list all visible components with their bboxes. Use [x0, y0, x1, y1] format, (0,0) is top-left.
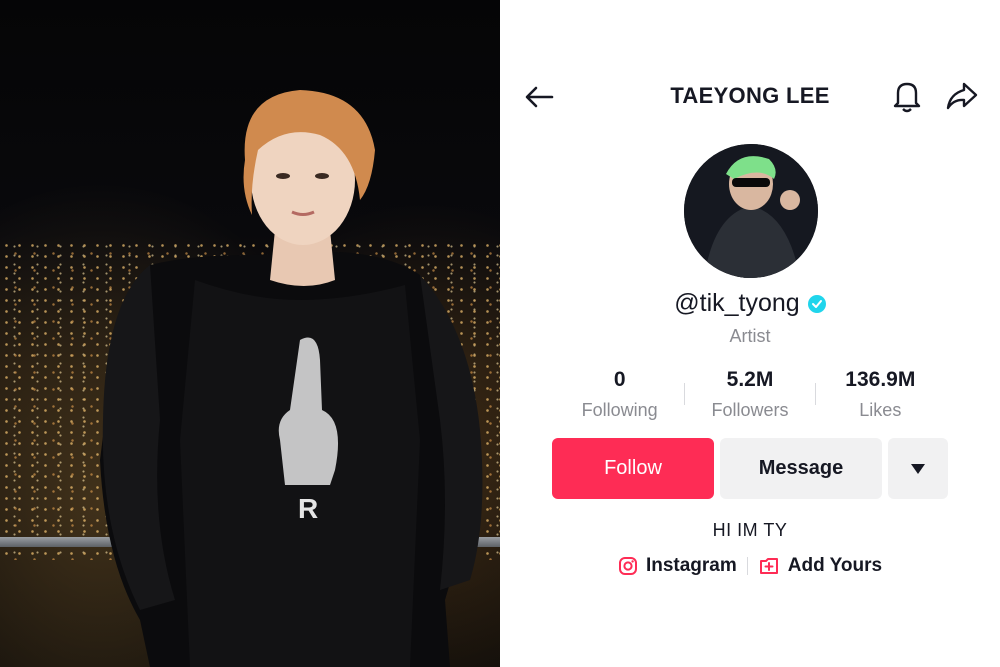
- add-yours-icon: [759, 558, 778, 574]
- instagram-label: Instagram: [645, 555, 737, 576]
- username: @tik_tyong: [674, 289, 800, 317]
- page-title: TAEYONG LEE: [670, 83, 830, 108]
- more-options-button[interactable]: [888, 438, 948, 499]
- profile-links: Instagram Add Yours: [500, 555, 1000, 577]
- instagram-link[interactable]: Instagram: [618, 555, 737, 577]
- stat-followers[interactable]: 5.2M Followers: [685, 365, 814, 425]
- verified-badge-icon: [807, 294, 826, 313]
- stat-value: 136.9M: [845, 368, 916, 391]
- stat-value: 0: [613, 368, 626, 391]
- stat-likes[interactable]: 136.9M Likes: [816, 365, 945, 425]
- stat-label: Followers: [711, 400, 789, 420]
- stat-label: Following: [581, 400, 658, 420]
- person-illustration: R: [100, 90, 483, 667]
- caret-down-icon: [911, 463, 925, 474]
- profile-photo: R: [0, 0, 500, 667]
- profile-panel: TAEYONG LEE @tik_tyong Artist 0 Followin…: [500, 0, 1000, 667]
- stat-following[interactable]: 0 Following: [555, 365, 684, 425]
- follow-button[interactable]: Follow: [552, 438, 714, 499]
- share-icon[interactable]: [944, 80, 980, 112]
- svg-text:R: R: [298, 493, 318, 524]
- stat-value: 5.2M: [726, 368, 774, 391]
- handle-row: @tik_tyong: [500, 289, 1000, 318]
- stats-row: 0 Following 5.2M Followers 136.9M Likes: [555, 365, 945, 425]
- bell-icon[interactable]: [890, 78, 924, 114]
- bio: HI IM TY: [712, 520, 788, 540]
- divider: [746, 557, 748, 575]
- instagram-icon: [618, 557, 637, 575]
- avatar[interactable]: [684, 144, 818, 278]
- stat-label: Likes: [859, 400, 902, 420]
- account-category: Artist: [729, 326, 771, 346]
- message-button[interactable]: Message: [720, 438, 882, 499]
- add-yours-link[interactable]: Add Yours: [758, 555, 882, 577]
- add-yours-label: Add Yours: [787, 555, 883, 576]
